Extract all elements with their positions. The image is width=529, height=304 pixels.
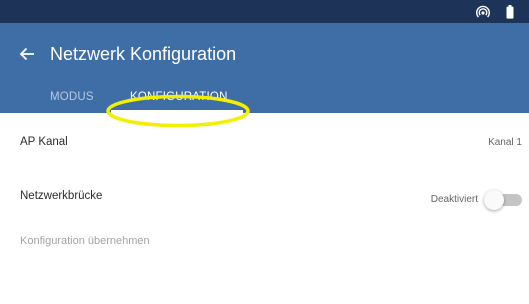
apply-configuration-button[interactable]: Konfiguration übernehmen [20, 235, 150, 247]
arrow-left-icon[interactable] [18, 45, 36, 63]
hotspot-icon [476, 5, 490, 18]
ap-channel-label: AP Kanal [20, 136, 68, 148]
status-bar [0, 0, 529, 23]
bridge-toggle-thumb[interactable] [484, 190, 504, 210]
page-title: Netzwerk Konfiguration [50, 44, 237, 64]
highlight-ellipse [106, 94, 250, 128]
tab-modus[interactable]: MODUS [50, 90, 94, 104]
bridge-status: Deaktiviert [430, 194, 478, 205]
app-bar: Netzwerk Konfiguration MODUS KONFIGURATI… [0, 23, 529, 128]
ap-channel-value[interactable]: Kanal 1 [488, 137, 522, 148]
battery-icon [506, 5, 514, 19]
bridge-label: Netzwerkbrücke [20, 190, 103, 202]
